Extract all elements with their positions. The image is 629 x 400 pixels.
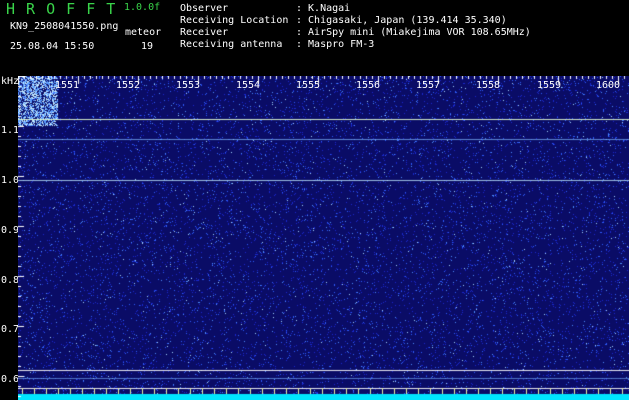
observer-label: Observer xyxy=(180,3,229,14)
antenna-value: : Maspro FM-3 xyxy=(296,39,375,50)
y-tick-label: 0.6 xyxy=(1,374,20,385)
y-tick-label: 1.1 xyxy=(1,125,20,136)
app-version: 1.0.0f xyxy=(124,2,161,13)
x-tick-label: 1600 xyxy=(596,80,621,91)
observer-value: : K.Nagai xyxy=(296,3,351,14)
x-tick-label: 1552 xyxy=(116,80,141,91)
x-tick-label: 1559 xyxy=(537,80,562,91)
spectrogram-canvas xyxy=(18,76,629,400)
antenna-label: Receiving antenna xyxy=(180,39,283,50)
y-tick-label: 0.7 xyxy=(1,324,20,335)
location-value: : Chigasaki, Japan (139.414 35.340) xyxy=(296,15,507,26)
receiver-label: Receiver xyxy=(180,27,229,38)
y-axis-unit: kHz xyxy=(1,76,20,87)
x-tick-label: 1553 xyxy=(176,80,201,91)
x-tick-label: 1557 xyxy=(416,80,441,91)
y-tick-label: 0.8 xyxy=(1,275,20,286)
x-tick-label: 1558 xyxy=(476,80,501,91)
x-tick-label: 1551 xyxy=(55,80,80,91)
y-tick-label: 0.9 xyxy=(1,225,20,236)
x-tick-label: 1556 xyxy=(356,80,381,91)
x-tick-label: 1555 xyxy=(296,80,321,91)
mode-label: meteor xyxy=(125,27,162,38)
y-tick-label: 1.0 xyxy=(1,175,20,186)
spectrogram xyxy=(18,76,629,400)
location-label: Receiving Location xyxy=(180,15,289,26)
x-tick-label: 1554 xyxy=(236,80,261,91)
receiver-value: : AirSpy mini (Miakejima VOR 108.65MHz) xyxy=(296,27,531,38)
header-panel: H R O F F T 1.0.0f KN9_2508041550.png me… xyxy=(0,0,629,74)
date-time: 25.08.04 15:50 xyxy=(10,41,95,52)
count-value: 19 xyxy=(141,41,154,52)
app-title: H R O F F T xyxy=(6,0,117,18)
file-name: KN9_2508041550.png xyxy=(10,21,119,32)
